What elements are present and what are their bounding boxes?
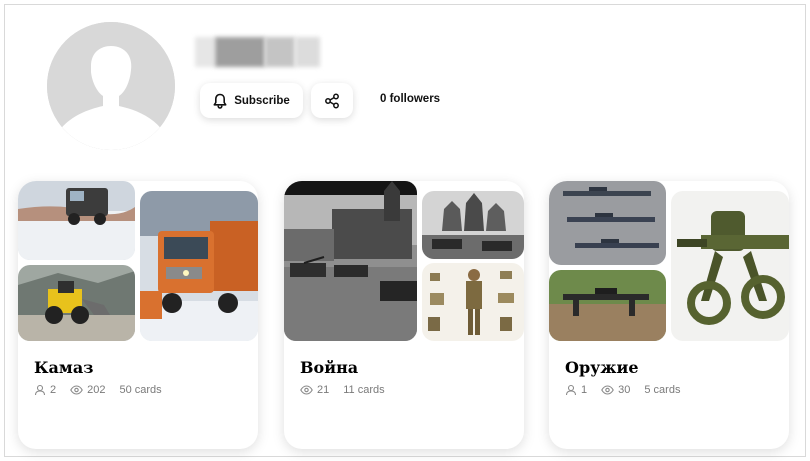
collection-stats: 2 202 50 cards xyxy=(34,384,162,396)
subscribe-label: Subscribe xyxy=(234,94,290,107)
cards-count: 11 cards xyxy=(343,384,385,396)
bell-icon xyxy=(213,93,227,109)
views-count: 202 xyxy=(87,384,106,396)
card-image-parade-tanks xyxy=(284,181,417,341)
collection-title: Камаз xyxy=(34,358,94,377)
views-icon xyxy=(300,385,313,395)
subscribers-count: 1 xyxy=(581,384,588,396)
collection-stats: 21 11 cards xyxy=(300,384,385,396)
views-icon xyxy=(601,385,614,395)
subscribers-count: 2 xyxy=(50,384,57,396)
card-image-rifle-on-table xyxy=(549,270,666,341)
share-button[interactable] xyxy=(311,83,353,118)
profile-name-blurred xyxy=(195,35,335,69)
card-image-maxim-gun xyxy=(671,191,789,341)
card-image-red-square xyxy=(422,191,524,259)
collection-card[interactable]: Война 21 11 cards xyxy=(284,181,524,449)
views-count: 21 xyxy=(317,384,330,396)
views-count: 30 xyxy=(618,384,631,396)
collection-card[interactable]: Оружие 1 30 5 cards xyxy=(549,181,789,449)
card-image-orange-kamaz xyxy=(140,191,258,341)
card-image-loader xyxy=(18,265,135,341)
views-icon xyxy=(70,385,83,395)
subscribers-icon xyxy=(565,384,577,396)
cards-count: 50 cards xyxy=(119,384,162,396)
share-icon xyxy=(325,93,339,108)
avatar xyxy=(47,22,175,150)
followers-count[interactable]: 0 followers xyxy=(380,93,440,105)
user-silhouette-icon xyxy=(47,22,175,150)
subscribers-icon xyxy=(34,384,46,396)
collection-title: Война xyxy=(300,358,359,377)
profile-page: Subscribe 0 followers Камаз 2 202 50 car… xyxy=(4,4,806,457)
subscribe-button[interactable]: Subscribe xyxy=(200,83,303,118)
collection-card[interactable]: Камаз 2 202 50 cards xyxy=(18,181,258,449)
card-image-sniper-rifles xyxy=(549,181,666,265)
card-image-soldier-uniform xyxy=(422,263,524,341)
cards-count: 5 cards xyxy=(644,384,681,396)
card-image-flying-truck xyxy=(18,181,135,260)
collection-stats: 1 30 5 cards xyxy=(565,384,680,396)
collection-title: Оружие xyxy=(565,358,639,377)
